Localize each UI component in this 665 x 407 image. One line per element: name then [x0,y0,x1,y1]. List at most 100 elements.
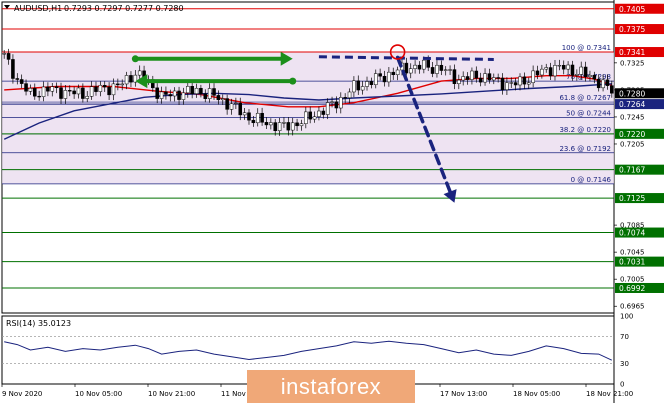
ohlc-values: 0.7293 0.7297 0.7277 0.7280 [64,4,184,13]
rsi-tick-label: 30 [620,360,629,368]
candle-body [220,98,225,101]
candle-body [360,86,365,91]
fib-label: 0 @ 0.7146 [571,176,612,184]
candle-body [24,83,28,92]
level-price-tag: 0.7031 [619,258,645,267]
x-tick-label: 18 Nov 21:00 [586,390,633,398]
price-chart[interactable]: 100 @ 0.734178 @ 0.729861.8 @ 0.726750 @… [0,0,665,403]
candle-body [225,98,229,110]
candle-body [413,64,417,69]
candle-body [500,77,505,91]
y-tick-label: 0.7005 [620,276,645,284]
candle-body [395,69,400,75]
candle-body [168,94,173,97]
candle-body [365,81,369,87]
candle-body [216,95,221,101]
candle-body [164,91,168,95]
candle-body [483,73,487,83]
candle-body [513,82,518,86]
candle-body [339,97,343,109]
fib-label: 100 @ 0.7341 [562,44,611,52]
candle-body [186,86,190,94]
candle-body [553,65,557,77]
y-tick-label: 0.7205 [620,140,645,148]
candle-body [72,90,76,95]
level-price-tag: 0.7341 [619,48,645,57]
candle-body [155,87,159,99]
candle-body [50,86,55,92]
candle-body [98,85,103,92]
candle-body [439,64,444,71]
candle-body [561,65,566,70]
candle-body [373,73,378,85]
candle-body [566,64,570,70]
candle-body [470,70,474,80]
candle-body [85,96,90,99]
candle-body [111,83,116,96]
current-price-tag: 0.7280 [619,89,645,98]
candle-body [408,68,413,74]
candle-body [63,90,68,99]
fib-label: 23.6 @ 0.7192 [559,145,611,153]
candle-body [321,110,326,115]
candle-body [378,73,382,77]
candle-body [28,88,33,92]
watermark-logo: instaforex [247,370,415,403]
rsi-tick-label: 0 [620,381,624,389]
candle-body [269,122,273,126]
x-tick-label: 18 Nov 05:00 [513,390,560,398]
candle-body [474,70,479,79]
candle-body [417,64,422,70]
candle-body [422,59,426,70]
level-price-tag: 0.7264 [619,100,645,109]
candle-body [325,102,330,115]
candle-body [426,59,430,68]
candle-body [54,86,59,89]
candle-body [41,86,46,97]
candle-body [264,122,269,126]
candle-body [343,97,347,99]
candle-body [457,79,461,84]
candle-body [478,77,483,83]
candle-body [277,122,282,131]
candle-body [15,78,20,80]
level-price-tag: 0.7220 [619,130,645,139]
candle-body [76,87,81,95]
candle-body [330,101,334,103]
candle-body [369,81,374,85]
candle-body [46,86,50,92]
candle-body [251,119,256,124]
candle-body [207,88,212,99]
candle-body [190,86,194,95]
candle-body [229,103,234,110]
candle-body [557,65,562,67]
candle-body [352,80,356,93]
x-tick-label: 10 Nov 05:00 [75,390,122,398]
candle-body [273,122,277,131]
candle-body [570,64,575,76]
candle-body [177,90,181,100]
candle-body [59,87,63,99]
candle-body [404,62,409,74]
level-price-tag: 0.7125 [619,194,645,203]
candle-body [317,110,321,117]
candle-body [544,67,549,70]
candle-body [356,80,361,91]
candle-body [312,116,317,120]
candle-body [526,82,531,85]
candle-body [443,69,448,71]
rsi-tick-label: 100 [620,313,633,321]
level-price-tag: 0.7405 [619,5,645,14]
y-tick-label: 0.7245 [620,113,645,121]
candle-body [199,87,203,95]
candle-body [452,69,457,84]
x-tick-label: 17 Nov 13:00 [440,390,487,398]
level-price-tag: 0.6992 [619,284,645,293]
candle-body [535,70,540,76]
x-tick-label: 10 Nov 21:00 [148,390,195,398]
candle-body [67,90,72,92]
level-price-tag: 0.7167 [619,166,645,175]
candle-body [120,83,124,86]
candle-body [461,76,465,81]
candle-body [592,75,597,80]
